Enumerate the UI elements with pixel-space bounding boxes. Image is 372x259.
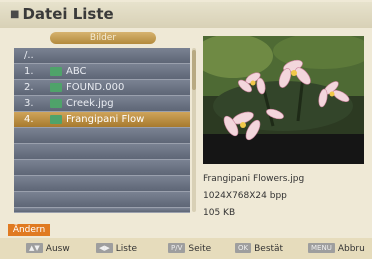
hint-list: ◀▶ Liste: [96, 243, 137, 254]
ok-key-icon: OK: [235, 243, 252, 253]
folder-icon: [50, 83, 62, 92]
hint-select: ▲▼ Ausw: [26, 243, 70, 254]
list-scrollbar[interactable]: [192, 48, 196, 212]
page-title: ■ Datei Liste: [10, 5, 114, 23]
list-item-number: 3.: [24, 98, 34, 109]
file-icon: [50, 99, 62, 108]
left-right-key-icon: ◀▶: [96, 243, 113, 253]
frangipani-flowers-image: [203, 36, 364, 164]
file-size: 105 KB: [203, 208, 236, 218]
list-item-label: Creek.jpg: [66, 98, 114, 109]
list-item[interactable]: 1. ABC: [14, 64, 190, 80]
list-item-empty[interactable]: [14, 128, 190, 144]
page-title-text: Datei Liste: [22, 5, 114, 23]
list-item-label: Frangipani Flow: [66, 114, 145, 125]
list-item-empty[interactable]: [14, 144, 190, 160]
list-item-empty[interactable]: [14, 160, 190, 176]
list-item-label: FOUND.000: [66, 82, 125, 93]
file-resolution: 1024X768X24 bpp: [203, 191, 287, 201]
key-hints-bar: ▲▼ Ausw ◀▶ Liste P/V Seite OK Bestät MENU Abb…: [0, 238, 372, 259]
menu-key-icon: MENU: [308, 243, 335, 253]
list-item-empty[interactable]: [14, 192, 190, 208]
list-item-number: 2.: [24, 82, 34, 93]
list-item-label: ABC: [66, 66, 87, 77]
hint-page: P/V Seite: [168, 243, 211, 254]
list-item-parent[interactable]: /..: [14, 48, 190, 64]
hint-label: Ausw: [45, 244, 70, 254]
up-down-key-icon: ▲▼: [26, 243, 43, 253]
hint-label: Liste: [115, 244, 138, 254]
aendern-button[interactable]: Ändern: [8, 224, 50, 236]
file-list-screen: ■ Datei Liste Bilder /.. 1. ABC 2. FOUND.…: [0, 0, 372, 259]
file-name: Frangipani Flowers.jpg: [203, 174, 305, 184]
hint-label: Bestät: [254, 244, 284, 254]
list-item-selected[interactable]: 4. Frangipani Flow: [14, 112, 190, 128]
folder-icon: [50, 67, 62, 76]
current-folder-label: Bilder: [50, 32, 156, 44]
file-info: Frangipani Flowers.jpg 1024X768X24 bpp 1…: [203, 171, 368, 222]
scrollbar-thumb[interactable]: [192, 50, 196, 90]
title-bar: ■ Datei Liste: [0, 2, 372, 28]
list-item[interactable]: 2. FOUND.000: [14, 80, 190, 96]
list-item-empty[interactable]: [14, 208, 190, 213]
hint-label: Abbru: [337, 244, 365, 254]
hint-cancel: MENU Abbru: [308, 243, 365, 254]
list-item[interactable]: 3. Creek.jpg: [14, 96, 190, 112]
folder-icon: ■: [10, 9, 20, 20]
list-item-empty[interactable]: [14, 176, 190, 192]
page-key-icon: P/V: [168, 243, 186, 253]
file-panel: Bilder /.. 1. ABC 2. FOUND.000 3. Creek.…: [8, 28, 196, 214]
hint-confirm: OK Bestät: [235, 243, 283, 254]
list-item-number: 4.: [24, 114, 34, 125]
image-preview: [203, 36, 364, 164]
file-list[interactable]: /.. 1. ABC 2. FOUND.000 3. Creek.jpg 4. …: [14, 48, 190, 213]
hint-label: Seite: [188, 244, 212, 254]
list-item-number: /..: [24, 50, 34, 61]
file-icon: [50, 115, 62, 124]
list-item-number: 1.: [24, 66, 34, 77]
